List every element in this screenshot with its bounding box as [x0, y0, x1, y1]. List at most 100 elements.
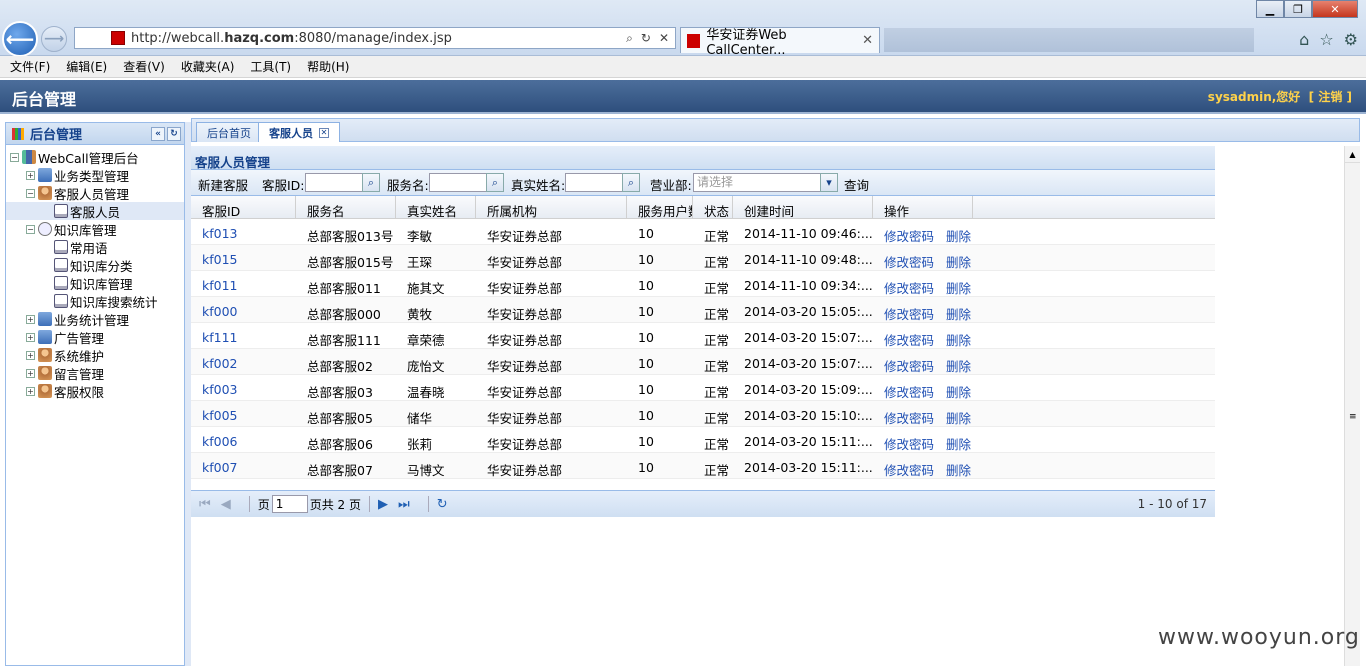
- menu-favorites[interactable]: 收藏夹(A): [181, 58, 235, 75]
- cell-agent-id[interactable]: kf006: [191, 427, 296, 452]
- delete-link[interactable]: 删除: [946, 382, 971, 400]
- col-service-name[interactable]: 服务名: [296, 196, 396, 218]
- tab-home[interactable]: 后台首页: [196, 122, 262, 142]
- delete-link[interactable]: 删除: [946, 252, 971, 270]
- change-password-link[interactable]: 修改密码: [884, 226, 934, 244]
- tree-toggle-icon[interactable]: +: [26, 170, 35, 180]
- menu-view[interactable]: 查看(V): [123, 58, 165, 75]
- tree-item[interactable]: − 知识库管理: [6, 220, 184, 238]
- tree-item[interactable]: + 业务类型管理: [6, 166, 184, 184]
- back-button[interactable]: ⟵: [2, 21, 38, 57]
- tree-toggle-icon[interactable]: +: [26, 314, 35, 324]
- tree-toggle-icon[interactable]: −: [26, 188, 35, 198]
- new-agent-button[interactable]: 新建客服: [198, 175, 248, 194]
- col-agent-id[interactable]: 客服ID: [191, 196, 296, 218]
- menu-help[interactable]: 帮助(H): [307, 58, 349, 75]
- real-name-input[interactable]: [565, 173, 623, 192]
- tree-item[interactable]: + 系统维护: [6, 346, 184, 364]
- department-select[interactable]: 请选择: [693, 173, 821, 192]
- tree-toggle-icon[interactable]: +: [26, 368, 35, 378]
- next-page-icon[interactable]: ▶: [378, 497, 388, 512]
- tree-item[interactable]: 客服人员: [6, 202, 184, 220]
- browser-tab[interactable]: 华安证券Web CallCenter... ✕: [680, 27, 880, 58]
- collapse-icon[interactable]: «: [151, 126, 165, 141]
- table-row[interactable]: kf007 总部客服07 马博文 华安证券总部 10 正常 2014-03-20 15:11…: [191, 453, 1215, 479]
- change-password-link[interactable]: 修改密码: [884, 252, 934, 270]
- tree-item[interactable]: − WebCall管理后台: [6, 148, 184, 166]
- scroll-up-icon[interactable]: ▲: [1345, 146, 1360, 163]
- change-password-link[interactable]: 修改密码: [884, 460, 934, 478]
- service-name-search-icon[interactable]: ⌕: [486, 173, 504, 192]
- cell-agent-id[interactable]: kf000: [191, 297, 296, 322]
- refresh-icon[interactable]: ↻: [641, 31, 651, 46]
- tree-item[interactable]: + 留言管理: [6, 364, 184, 382]
- menu-file[interactable]: 文件(F): [10, 58, 50, 75]
- query-button[interactable]: 查询: [844, 175, 869, 194]
- change-password-link[interactable]: 修改密码: [884, 356, 934, 374]
- table-row[interactable]: kf006 总部客服06 张莉 华安证券总部 10 正常 2014-03-20 15:11:…: [191, 427, 1215, 453]
- refresh-icon[interactable]: ↻: [437, 497, 448, 512]
- delete-link[interactable]: 删除: [946, 278, 971, 296]
- agent-id-input[interactable]: [305, 173, 363, 192]
- tree-item[interactable]: − 客服人员管理: [6, 184, 184, 202]
- search-icon[interactable]: ⌕: [626, 31, 633, 46]
- change-password-link[interactable]: 修改密码: [884, 330, 934, 348]
- table-row[interactable]: kf015 总部客服015号 王琛 华安证券总部 10 正常 2014-11-10 09:4…: [191, 245, 1215, 271]
- real-name-search-icon[interactable]: ⌕: [622, 173, 640, 192]
- stop-icon[interactable]: ✕: [659, 31, 669, 46]
- first-page-icon[interactable]: ⏮: [199, 497, 211, 512]
- col-real-name[interactable]: 真实姓名: [396, 196, 476, 218]
- change-password-link[interactable]: 修改密码: [884, 278, 934, 296]
- col-user-count[interactable]: 服务用户数: [627, 196, 693, 218]
- col-created[interactable]: 创建时间: [733, 196, 873, 218]
- table-row[interactable]: kf111 总部客服111 章荣德 华安证券总部 10 正常 2014-03-20 15:0…: [191, 323, 1215, 349]
- page-number-input[interactable]: 1: [271, 495, 308, 513]
- prev-page-icon[interactable]: ◀: [221, 497, 231, 512]
- tree-item[interactable]: 知识库分类: [6, 256, 184, 274]
- delete-link[interactable]: 删除: [946, 408, 971, 426]
- tree-item[interactable]: 知识库搜索统计: [6, 292, 184, 310]
- menu-tools[interactable]: 工具(T): [250, 58, 291, 75]
- delete-link[interactable]: 删除: [946, 304, 971, 322]
- change-password-link[interactable]: 修改密码: [884, 434, 934, 452]
- table-row[interactable]: kf003 总部客服03 温春晓 华安证券总部 10 正常 2014-03-20 15:09…: [191, 375, 1215, 401]
- delete-link[interactable]: 删除: [946, 330, 971, 348]
- favorites-star-icon[interactable]: ☆: [1319, 30, 1333, 49]
- tree-toggle-icon[interactable]: +: [26, 332, 35, 342]
- delete-link[interactable]: 删除: [946, 434, 971, 452]
- gear-icon[interactable]: ⚙: [1344, 30, 1358, 49]
- chevron-down-icon[interactable]: ▾: [820, 173, 838, 192]
- scroll-grip-icon[interactable]: ≡: [1349, 412, 1357, 422]
- cell-agent-id[interactable]: kf013: [191, 219, 296, 244]
- vertical-scrollbar[interactable]: ▲ ≡: [1344, 146, 1360, 666]
- delete-link[interactable]: 删除: [946, 226, 971, 244]
- cell-agent-id[interactable]: kf111: [191, 323, 296, 348]
- tree-item[interactable]: + 广告管理: [6, 328, 184, 346]
- agent-id-search-icon[interactable]: ⌕: [362, 173, 380, 192]
- address-bar[interactable]: http://webcall.hazq.com:8080/manage/inde…: [74, 27, 676, 49]
- table-row[interactable]: kf002 总部客服02 庞怡文 华安证券总部 10 正常 2014-03-20 15:07…: [191, 349, 1215, 375]
- cell-agent-id[interactable]: kf007: [191, 453, 296, 478]
- minimize-button[interactable]: ▁: [1256, 0, 1284, 18]
- tab-close-icon[interactable]: ✕: [319, 127, 329, 138]
- home-icon[interactable]: ⌂: [1299, 30, 1309, 49]
- col-organization[interactable]: 所属机构: [476, 196, 627, 218]
- tree-item[interactable]: + 业务统计管理: [6, 310, 184, 328]
- delete-link[interactable]: 删除: [946, 460, 971, 478]
- last-page-icon[interactable]: ⏭: [398, 497, 410, 512]
- cell-agent-id[interactable]: kf002: [191, 349, 296, 374]
- tree-item[interactable]: 常用语: [6, 238, 184, 256]
- change-password-link[interactable]: 修改密码: [884, 304, 934, 322]
- tree-item[interactable]: 知识库管理: [6, 274, 184, 292]
- cell-agent-id[interactable]: kf005: [191, 401, 296, 426]
- tree-toggle-icon[interactable]: +: [26, 350, 35, 360]
- table-row[interactable]: kf013 总部客服013号 李敏 华安证券总部 10 正常 2014-11-10 09:4…: [191, 219, 1215, 245]
- tree-toggle-icon[interactable]: +: [26, 386, 35, 396]
- menu-edit[interactable]: 编辑(E): [66, 58, 107, 75]
- table-row[interactable]: kf011 总部客服011 施其文 华安证券总部 10 正常 2014-11-10 09:3…: [191, 271, 1215, 297]
- table-row[interactable]: kf005 总部客服05 储华 华安证券总部 10 正常 2014-03-20 15:10:…: [191, 401, 1215, 427]
- close-window-button[interactable]: ✕: [1312, 0, 1358, 18]
- change-password-link[interactable]: 修改密码: [884, 382, 934, 400]
- tab-close-icon[interactable]: ✕: [862, 33, 873, 48]
- delete-link[interactable]: 删除: [946, 356, 971, 374]
